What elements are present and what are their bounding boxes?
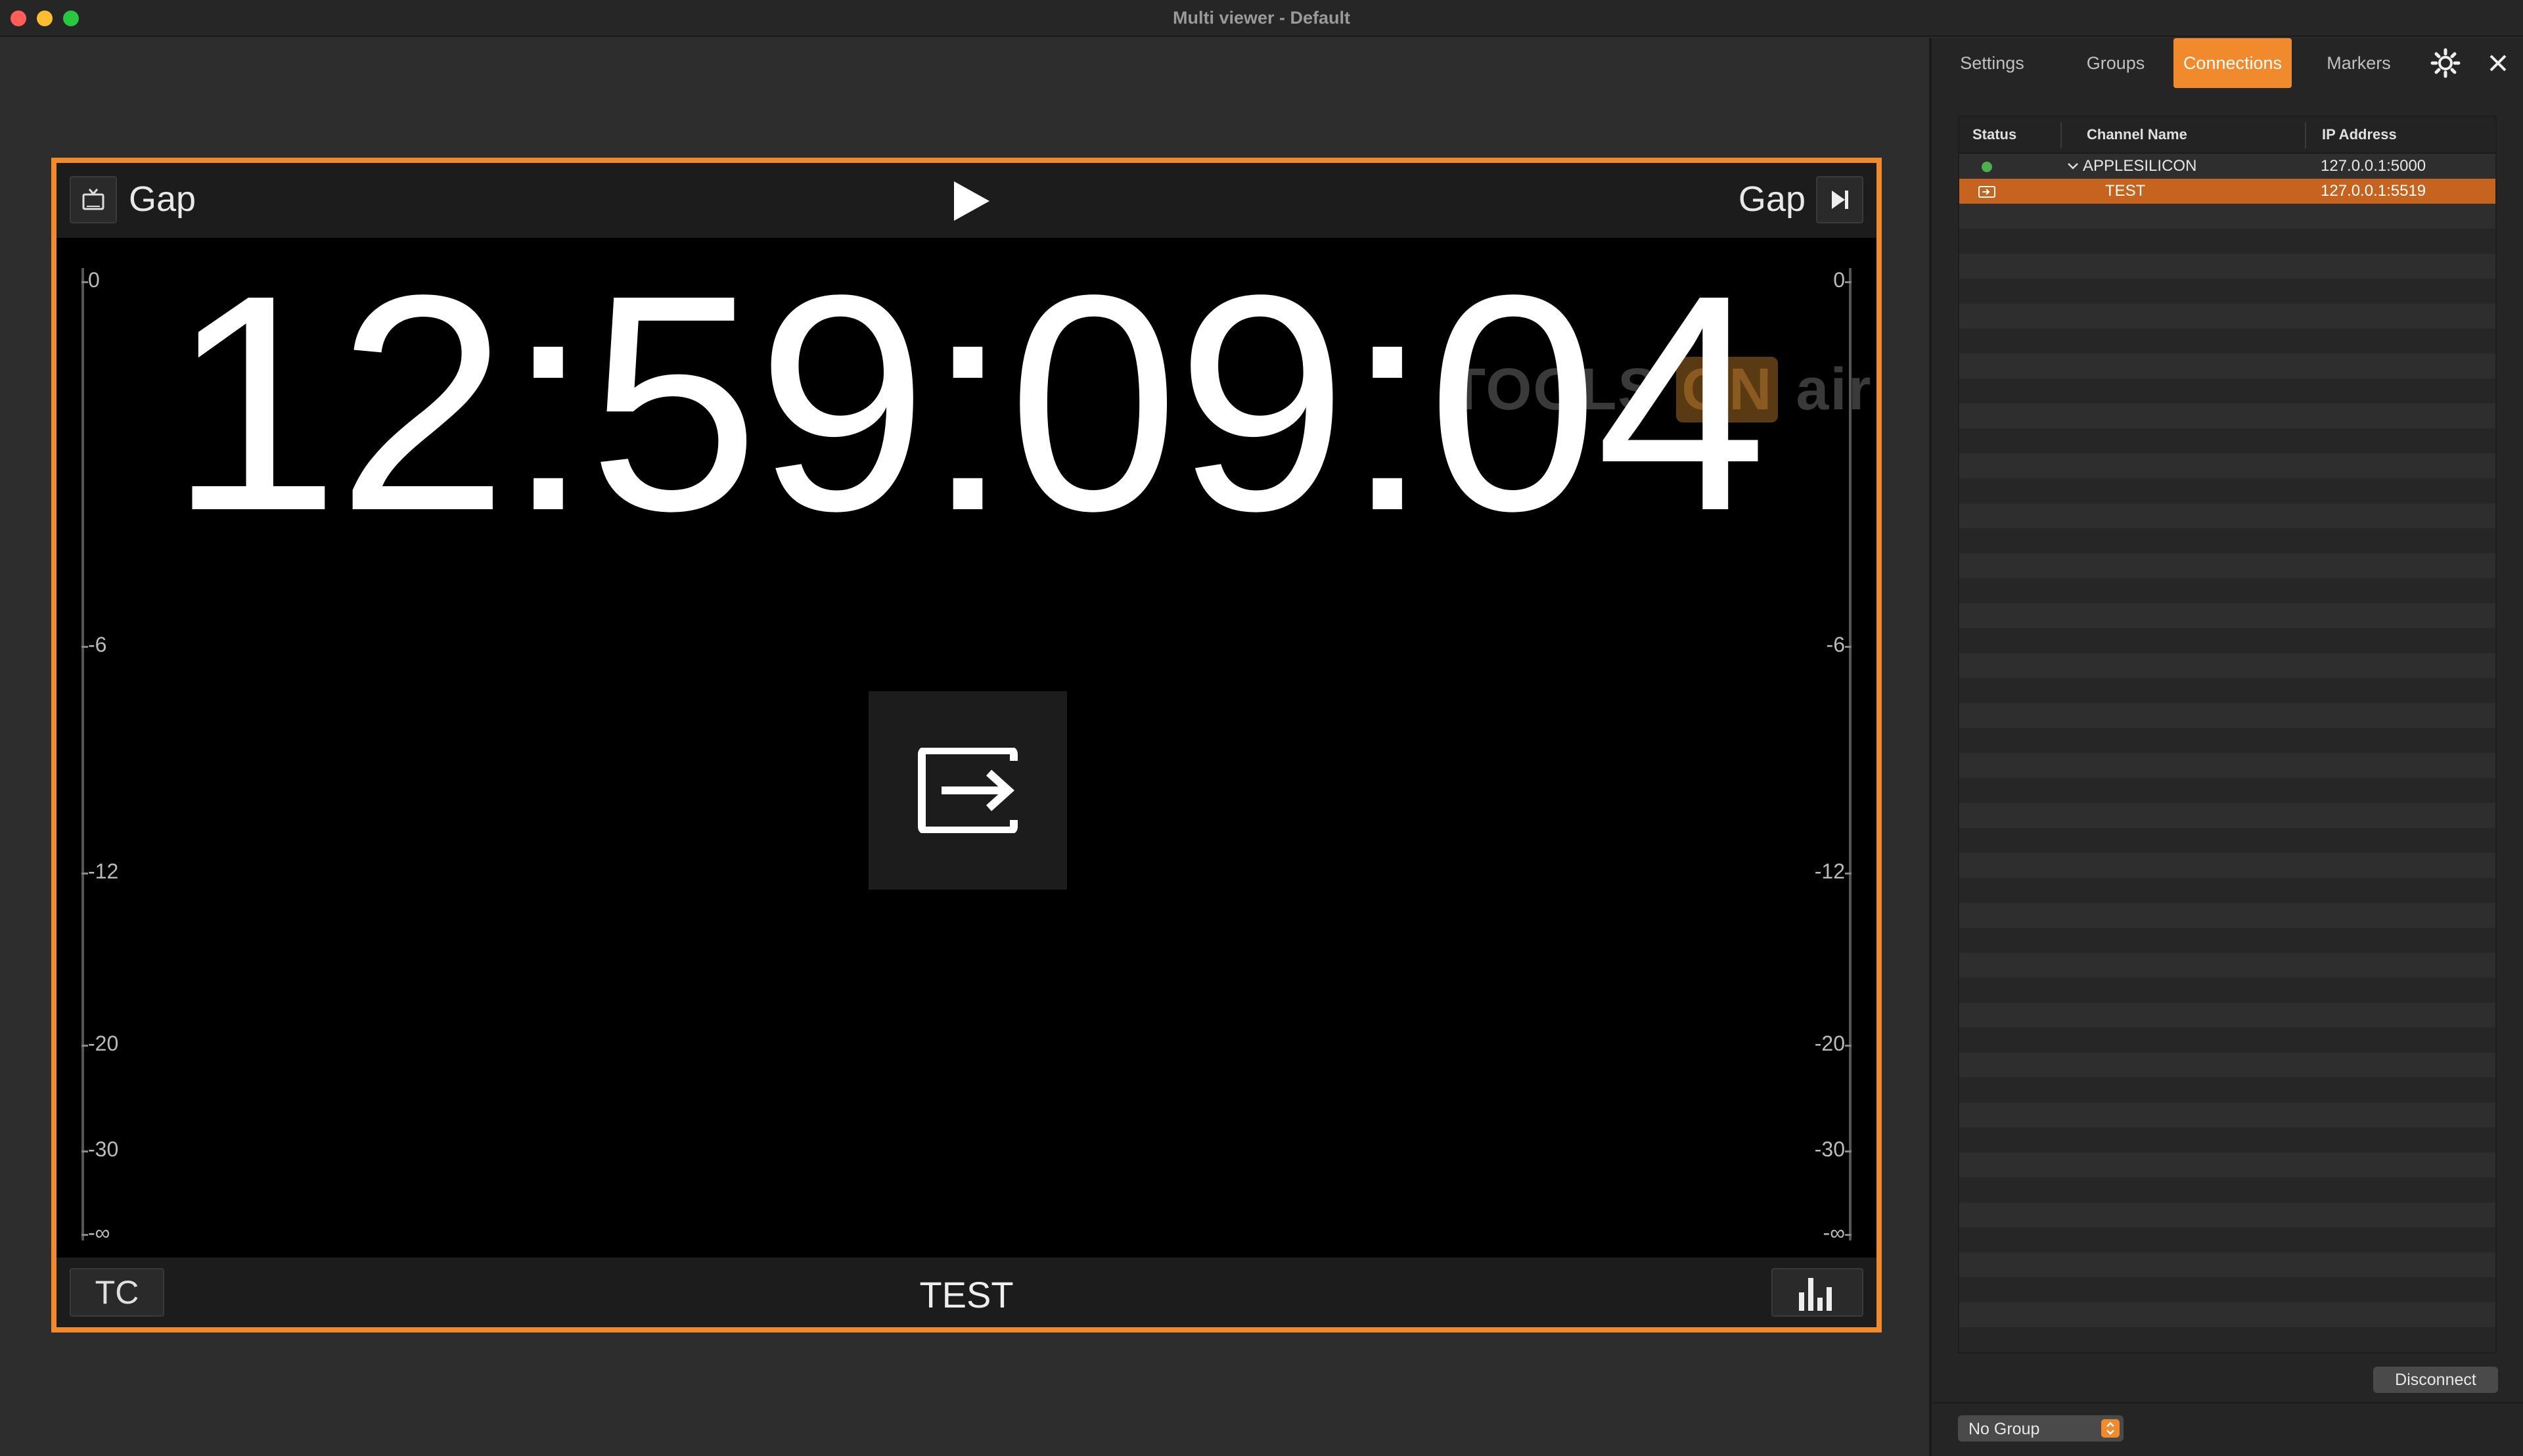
disconnect-button[interactable]: Disconnect <box>2373 1367 2498 1393</box>
column-header-status[interactable]: Status <box>1972 126 2016 143</box>
table-body: APPLESILICON 127.0.0.1:5000 TEST 127.0.0… <box>1959 154 2495 1352</box>
audio-meter-button[interactable] <box>1771 1268 1863 1317</box>
meter-tick: -30 <box>1814 1137 1852 1161</box>
title-bar: Multi viewer - Default <box>0 0 2523 37</box>
ip-address-cell: 127.0.0.1:5000 <box>2321 157 2426 175</box>
group-select[interactable]: No Group <box>1958 1415 2124 1442</box>
skip-next-icon <box>1832 191 1848 209</box>
panel-divider <box>1932 1402 2523 1403</box>
play-icon <box>954 181 989 221</box>
next-segment-label: Gap <box>1738 179 1806 219</box>
skip-next-button[interactable] <box>1816 176 1863 223</box>
timecode-display: 12:59:09:04 <box>168 231 1767 575</box>
panel-tabs: Settings Groups Connections Markers <box>1932 38 2523 97</box>
close-panel-button[interactable] <box>2482 47 2514 79</box>
ip-address-cell: 127.0.0.1:5519 <box>2321 182 2426 200</box>
viewer-bottom-bar: TC TEST <box>57 1258 1876 1327</box>
group-select-value: No Group <box>1968 1420 2040 1438</box>
chevron-down-icon[interactable] <box>2067 162 2079 171</box>
meter-tick: -12 <box>81 859 119 883</box>
tab-groups[interactable]: Groups <box>2070 38 2162 88</box>
select-arrows-icon <box>2101 1419 2120 1438</box>
channel-name-cell: TEST <box>2105 182 2146 200</box>
column-header-ip-address[interactable]: IP Address <box>2322 126 2397 143</box>
status-connected-indicator <box>1982 162 1992 172</box>
settings-button[interactable] <box>2430 47 2461 79</box>
meter-tick: -20 <box>81 1032 119 1055</box>
tab-connections[interactable]: Connections <box>2173 38 2292 88</box>
connections-table: Status Channel Name IP Address APPLESILI… <box>1958 116 2497 1354</box>
tv-button[interactable] <box>70 176 117 223</box>
table-header: Status Channel Name IP Address <box>1959 117 2495 154</box>
bar-chart-icon <box>1799 1278 1832 1311</box>
meter-tick: -30 <box>81 1137 119 1161</box>
meter-tick: -∞ <box>81 1221 110 1244</box>
output-button[interactable] <box>869 691 1067 890</box>
meter-tick: -6 <box>1826 633 1852 656</box>
window-title: Multi viewer - Default <box>1172 8 1351 28</box>
meter-tick: -12 <box>1814 859 1852 883</box>
channel-name-cell: APPLESILICON <box>2083 157 2197 175</box>
current-segment-label: Gap <box>129 179 196 219</box>
channel-name-label: TEST <box>919 1274 1014 1315</box>
tv-icon <box>82 189 104 210</box>
table-row[interactable]: TEST 127.0.0.1:5519 <box>1959 179 2495 204</box>
table-row[interactable]: APPLESILICON 127.0.0.1:5000 <box>1959 154 2495 179</box>
tab-settings[interactable]: Settings <box>1946 38 2038 88</box>
output-icon <box>918 748 1018 833</box>
viewer-top-bar: Gap Gap <box>57 163 1876 238</box>
tab-markers[interactable]: Markers <box>2313 38 2405 88</box>
column-header-channel-name[interactable]: Channel Name <box>2087 126 2187 143</box>
gear-icon <box>2430 48 2461 78</box>
meter-tick: -6 <box>81 633 107 656</box>
close-icon <box>2489 55 2507 72</box>
play-button[interactable] <box>950 180 992 222</box>
meter-tick: -∞ <box>1823 1221 1852 1244</box>
output-status-icon <box>1978 186 1995 198</box>
side-panel: Settings Groups Connections Markers Stat… <box>1929 38 2523 1456</box>
main-area: Gap Gap 0 -6 -12 -20 -30 -∞ 0 -6 -12 -20… <box>0 38 1929 1456</box>
meter-tick: -20 <box>1814 1032 1852 1055</box>
viewer-tile[interactable]: Gap Gap 0 -6 -12 -20 -30 -∞ 0 -6 -12 -20… <box>51 158 1882 1332</box>
